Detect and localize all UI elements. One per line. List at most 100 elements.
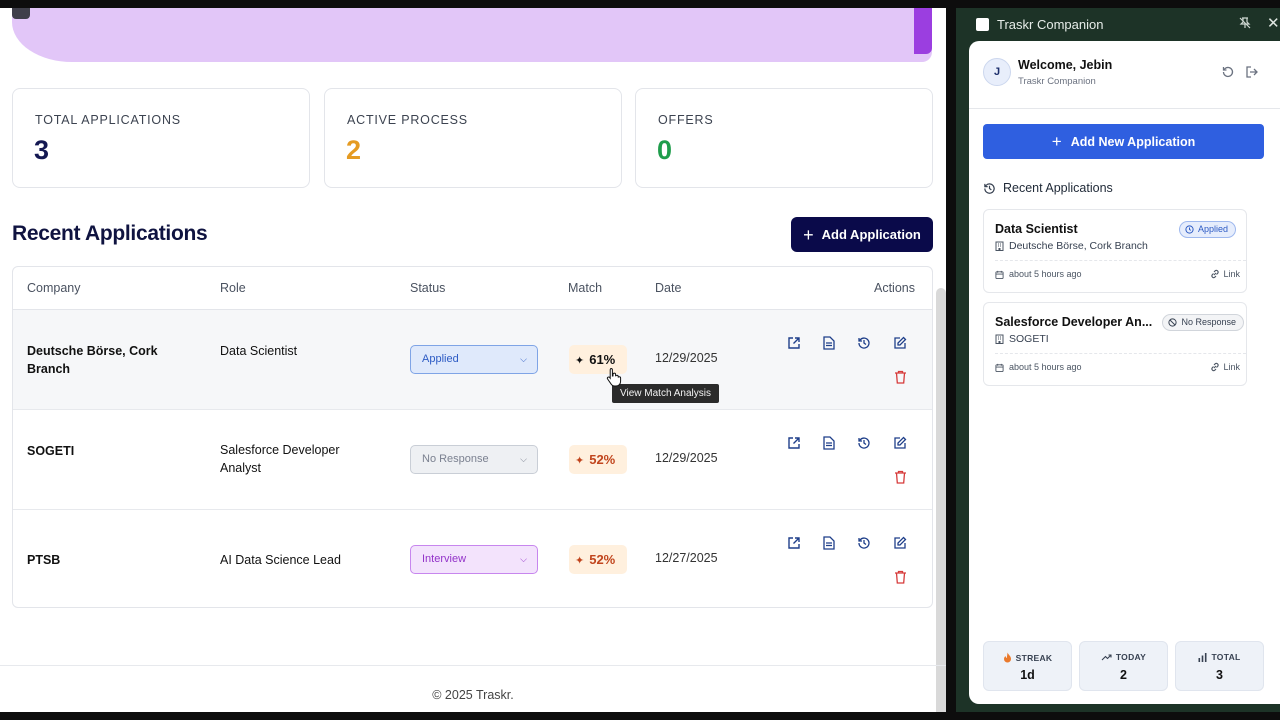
history-icon	[984, 182, 995, 194]
streak-label: STREAK	[984, 652, 1071, 663]
add-new-application-button[interactable]: + Add New Application	[983, 124, 1264, 159]
match-score-button[interactable]: ✦ 52%	[569, 545, 627, 574]
recent-applications-heading: Recent Applications	[983, 181, 1113, 195]
recent-application-card[interactable]: Salesforce Developer An... No Response S…	[983, 302, 1247, 386]
row-role: Data Scientist	[220, 344, 298, 358]
chevron-down-icon: ⌵	[520, 354, 527, 364]
panel-title: Traskr Companion	[997, 17, 1104, 32]
card-link[interactable]: Link	[1210, 269, 1240, 279]
today-stat: TODAY 2	[1079, 641, 1168, 691]
magic-wand-icon: ✦	[575, 555, 585, 567]
panel-body: J Welcome, Jebin Traskr Companion + Add …	[969, 41, 1280, 704]
status-value: Applied	[422, 353, 459, 365]
footer: © 2025 Traskr.	[0, 665, 946, 712]
chevron-down-icon: ⌵	[520, 554, 527, 564]
match-value: 61%	[589, 352, 616, 367]
status-badge-label: Applied	[1197, 224, 1228, 234]
card-link[interactable]: Link	[1210, 362, 1240, 372]
welcome-subtitle: Traskr Companion	[1018, 76, 1096, 87]
card-time-text: about 5 hours ago	[1009, 269, 1082, 279]
delete-icon[interactable]	[891, 568, 909, 586]
page-scrollbar[interactable]	[936, 288, 946, 712]
applications-table: Company Role Status Match Date Actions D…	[12, 266, 933, 608]
row-role: AI Data Science Lead	[220, 553, 341, 567]
match-value: 52%	[589, 452, 616, 467]
recent-applications-title: Recent Applications	[1003, 181, 1113, 195]
building-icon	[995, 241, 1004, 251]
total-stat: TOTAL 3	[1175, 641, 1264, 691]
history-icon[interactable]	[855, 434, 873, 452]
hand-cursor-icon	[606, 367, 622, 392]
status-select[interactable]: Applied ⌵	[410, 345, 538, 374]
row-company: PTSB	[27, 553, 61, 567]
section-title: Recent Applications	[12, 222, 208, 245]
edit-icon[interactable]	[891, 334, 909, 352]
col-role: Role	[220, 281, 246, 295]
total-label: TOTAL	[1176, 652, 1263, 662]
card-time-text: about 5 hours ago	[1009, 362, 1082, 372]
edit-icon[interactable]	[891, 534, 909, 552]
card-title: Salesforce Developer An...	[995, 315, 1153, 329]
card-time: about 5 hours ago	[995, 362, 1082, 372]
status-badge: Applied	[1178, 221, 1236, 238]
row-date: 12/29/2025	[655, 351, 718, 365]
card-link-label: Link	[1223, 362, 1240, 372]
external-link-icon[interactable]	[785, 534, 803, 552]
companion-panel: Traskr Companion ✕ J Welcome, Jebin Tras…	[956, 8, 1280, 712]
logout-icon[interactable]	[1245, 65, 1259, 84]
document-icon[interactable]	[820, 334, 838, 352]
no-response-icon	[1168, 318, 1178, 327]
card-company: SOGETI	[995, 333, 1049, 345]
status-value: No Response	[422, 453, 489, 465]
clock-icon	[1185, 225, 1194, 234]
card-divider	[995, 353, 1246, 354]
streak-stat: STREAK 1d	[983, 641, 1072, 691]
row-date: 12/29/2025	[655, 451, 718, 465]
close-icon[interactable]: ✕	[1267, 14, 1280, 32]
bar-chart-icon	[1198, 652, 1207, 662]
stat-card-active: ACTIVE PROCESS 2	[324, 88, 622, 188]
stat-value: 0	[657, 135, 673, 165]
stat-value: 2	[346, 135, 362, 165]
add-application-label: Add Application	[821, 227, 921, 242]
history-icon[interactable]	[855, 334, 873, 352]
external-link-icon[interactable]	[785, 434, 803, 452]
user-header: J Welcome, Jebin Traskr Companion	[969, 41, 1280, 109]
delete-icon[interactable]	[891, 468, 909, 486]
status-select[interactable]: No Response ⌵	[410, 445, 538, 474]
status-badge: No Response	[1162, 314, 1244, 331]
add-application-button[interactable]: + Add Application	[791, 217, 933, 252]
col-date: Date	[655, 281, 682, 295]
card-time: about 5 hours ago	[995, 269, 1082, 279]
external-link-icon[interactable]	[785, 334, 803, 352]
total-value: 3	[1216, 668, 1223, 682]
table-row: Deutsche Börse, Cork Branch Data Scienti…	[13, 310, 932, 410]
match-score-button[interactable]: ✦ 52%	[569, 445, 627, 474]
card-company: Deutsche Börse, Cork Branch	[995, 240, 1148, 252]
unpin-icon[interactable]	[1238, 16, 1252, 35]
status-select[interactable]: Interview ⌵	[410, 545, 538, 574]
document-icon[interactable]	[820, 434, 838, 452]
card-company-name: Deutsche Börse, Cork Branch	[1009, 240, 1148, 252]
history-icon[interactable]	[855, 534, 873, 552]
document-icon[interactable]	[820, 534, 838, 552]
calendar-icon	[995, 270, 1004, 279]
building-icon	[995, 334, 1004, 344]
col-status: Status	[410, 281, 446, 295]
plus-icon: +	[803, 224, 814, 245]
recent-application-card[interactable]: Data Scientist Applied Deutsche Börse, C…	[983, 209, 1247, 293]
footer-copyright: © 2025 Traskr.	[432, 688, 514, 702]
match-tooltip: View Match Analysis	[612, 384, 719, 403]
status-value: Interview	[422, 553, 467, 565]
card-company-name: SOGETI	[1009, 333, 1049, 345]
link-icon	[1211, 362, 1220, 372]
delete-icon[interactable]	[891, 368, 909, 386]
table-row: PTSB AI Data Science Lead Interview ⌵ ✦ 52…	[13, 510, 932, 607]
stat-value: 3	[34, 135, 50, 165]
panel-titlebar: Traskr Companion ✕	[956, 8, 1280, 40]
hero-tab	[12, 8, 30, 19]
col-actions: Actions	[874, 281, 915, 295]
refresh-icon[interactable]	[1221, 65, 1235, 84]
row-role: Salesforce Developer Analyst	[220, 443, 340, 475]
edit-icon[interactable]	[891, 434, 909, 452]
